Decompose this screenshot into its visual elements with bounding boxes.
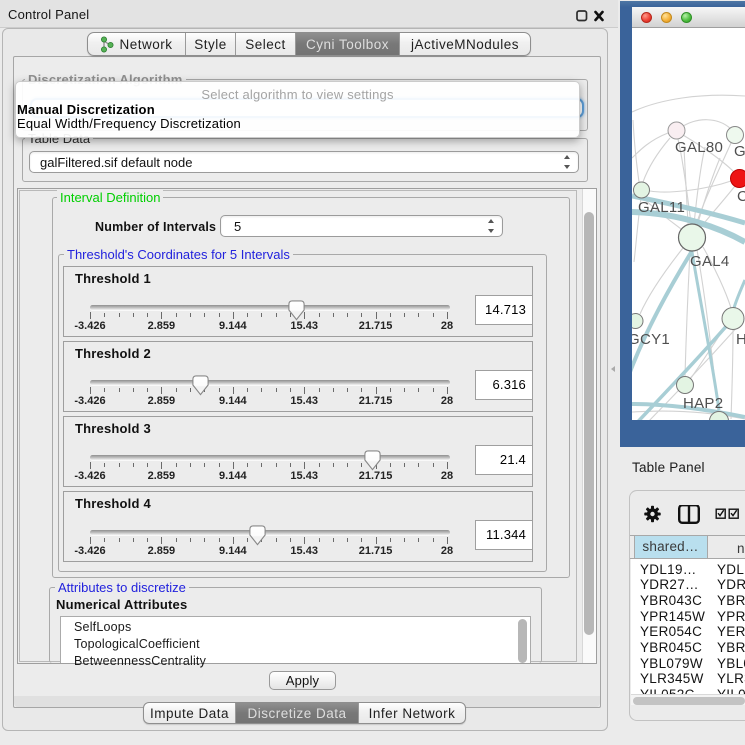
svg-text:GAL80: GAL80: [675, 139, 723, 156]
svg-text:GAL4: GAL4: [690, 253, 730, 270]
svg-text:GA: GA: [734, 143, 745, 160]
svg-text:C: C: [737, 188, 745, 205]
svg-text:GAL11: GAL11: [638, 199, 685, 216]
svg-text:GCY1: GCY1: [632, 331, 670, 348]
svg-text:H: H: [736, 331, 745, 348]
svg-text:HAP2: HAP2: [683, 395, 723, 412]
